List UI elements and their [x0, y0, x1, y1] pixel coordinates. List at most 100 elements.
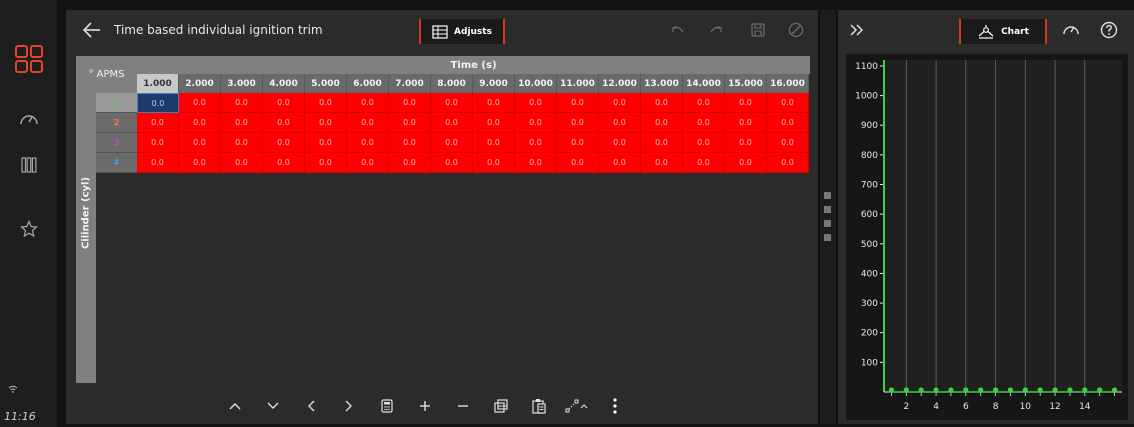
table-cell[interactable]: 0.0: [767, 153, 809, 173]
column-header[interactable]: 7.000: [389, 74, 431, 93]
panel-splitter[interactable]: [820, 10, 836, 424]
table-cell[interactable]: 0.0: [263, 153, 305, 173]
table-cell[interactable]: 0.0: [389, 113, 431, 133]
move-up-button[interactable]: [216, 392, 254, 420]
table-cell[interactable]: 0.0: [557, 93, 599, 113]
table-cell[interactable]: 0.0: [725, 93, 767, 113]
table-cell[interactable]: 0.0: [305, 93, 347, 113]
table-cell[interactable]: 0.0: [641, 133, 683, 153]
table-cell[interactable]: 0.0: [221, 93, 263, 113]
row-header[interactable]: 4: [96, 153, 137, 173]
adjusts-tab[interactable]: Adjusts: [419, 19, 505, 44]
table-cell[interactable]: 0.0: [725, 153, 767, 173]
help-button[interactable]: [1100, 21, 1118, 39]
table-cell[interactable]: 0.0: [641, 93, 683, 113]
calculator-button[interactable]: [368, 392, 406, 420]
table-cell[interactable]: 0.0: [473, 153, 515, 173]
table-cell[interactable]: 0.0: [389, 93, 431, 113]
table-cell[interactable]: 0.0: [725, 133, 767, 153]
chart-tab[interactable]: Chart: [959, 19, 1047, 44]
row-header[interactable]: 1: [96, 93, 137, 113]
table-cell[interactable]: 0.0: [347, 93, 389, 113]
interpolate-button[interactable]: [558, 392, 596, 420]
table-cell[interactable]: 0.0: [515, 133, 557, 153]
gauge-view-button[interactable]: [1062, 22, 1080, 38]
table-cell[interactable]: 0.0: [305, 153, 347, 173]
column-header[interactable]: 10.000: [515, 74, 557, 93]
nav-columns[interactable]: [14, 150, 44, 180]
move-left-button[interactable]: [292, 392, 330, 420]
disable-button[interactable]: [788, 22, 804, 38]
redo-button[interactable]: [708, 22, 724, 38]
table-cell[interactable]: 0.0: [599, 133, 641, 153]
column-header[interactable]: 8.000: [431, 74, 473, 93]
column-header[interactable]: 5.000: [305, 74, 347, 93]
column-header[interactable]: 9.000: [473, 74, 515, 93]
table-cell[interactable]: 0.0: [263, 133, 305, 153]
table-cell[interactable]: 0.0: [221, 153, 263, 173]
column-header[interactable]: 1.000: [137, 74, 179, 93]
move-right-button[interactable]: [330, 392, 368, 420]
table-cell[interactable]: 0.0: [137, 153, 179, 173]
table-cell[interactable]: 0.0: [683, 133, 725, 153]
table-cell[interactable]: 0.0: [179, 113, 221, 133]
table-cell[interactable]: 0.0: [263, 93, 305, 113]
paste-button[interactable]: [520, 392, 558, 420]
undo-button[interactable]: [670, 22, 686, 38]
table-cell[interactable]: 0.0: [641, 113, 683, 133]
table-cell[interactable]: 0.0: [767, 113, 809, 133]
column-header[interactable]: 14.000: [683, 74, 725, 93]
nav-favorites[interactable]: [14, 214, 44, 244]
table-cell[interactable]: 0.0: [683, 93, 725, 113]
column-header[interactable]: 6.000: [347, 74, 389, 93]
column-header[interactable]: 16.000: [767, 74, 809, 93]
column-header[interactable]: 3.000: [221, 74, 263, 93]
table-cell[interactable]: 0.0: [599, 93, 641, 113]
table-cell[interactable]: 0.0: [473, 113, 515, 133]
table-cell[interactable]: 0.0: [137, 113, 179, 133]
more-button[interactable]: [596, 392, 634, 420]
table-cell[interactable]: 0.0: [473, 93, 515, 113]
table-cell[interactable]: 0.0: [767, 133, 809, 153]
table-cell[interactable]: 0.0: [347, 133, 389, 153]
table-cell[interactable]: 0.0: [179, 153, 221, 173]
table-cell[interactable]: 0.0: [557, 133, 599, 153]
table-cell[interactable]: 0.0: [305, 133, 347, 153]
table-cell[interactable]: 0.0: [683, 153, 725, 173]
table-cell[interactable]: 0.0: [683, 113, 725, 133]
table-cell[interactable]: 0.0: [389, 153, 431, 173]
table-cell[interactable]: 0.0: [305, 113, 347, 133]
table-cell[interactable]: 0.0: [137, 93, 179, 113]
table-cell[interactable]: 0.0: [431, 93, 473, 113]
table-cell[interactable]: 0.0: [179, 93, 221, 113]
back-button[interactable]: [82, 21, 102, 39]
table-cell[interactable]: 0.0: [221, 113, 263, 133]
increase-button[interactable]: [406, 392, 444, 420]
table-cell[interactable]: 0.0: [431, 153, 473, 173]
table-cell[interactable]: 0.0: [473, 133, 515, 153]
column-header[interactable]: 12.000: [599, 74, 641, 93]
column-header[interactable]: 4.000: [263, 74, 305, 93]
table-cell[interactable]: 0.0: [431, 133, 473, 153]
save-button[interactable]: [750, 22, 766, 38]
expand-panel-button[interactable]: [848, 22, 866, 38]
row-header[interactable]: 2: [96, 113, 137, 133]
table-cell[interactable]: 0.0: [515, 113, 557, 133]
table-cell[interactable]: 0.0: [599, 153, 641, 173]
move-down-button[interactable]: [254, 392, 292, 420]
table-cell[interactable]: 0.0: [767, 93, 809, 113]
nav-dashboard[interactable]: [14, 104, 44, 134]
row-header[interactable]: 3: [96, 133, 137, 153]
decrease-button[interactable]: [444, 392, 482, 420]
table-cell[interactable]: 0.0: [725, 113, 767, 133]
table-cell[interactable]: 0.0: [515, 153, 557, 173]
table-cell[interactable]: 0.0: [599, 113, 641, 133]
column-header[interactable]: 15.000: [725, 74, 767, 93]
table-cell[interactable]: 0.0: [557, 153, 599, 173]
copy-button[interactable]: [482, 392, 520, 420]
table-cell[interactable]: 0.0: [347, 153, 389, 173]
nav-home[interactable]: [14, 44, 44, 74]
table-cell[interactable]: 0.0: [431, 113, 473, 133]
column-header[interactable]: 2.000: [179, 74, 221, 93]
column-header[interactable]: 13.000: [641, 74, 683, 93]
